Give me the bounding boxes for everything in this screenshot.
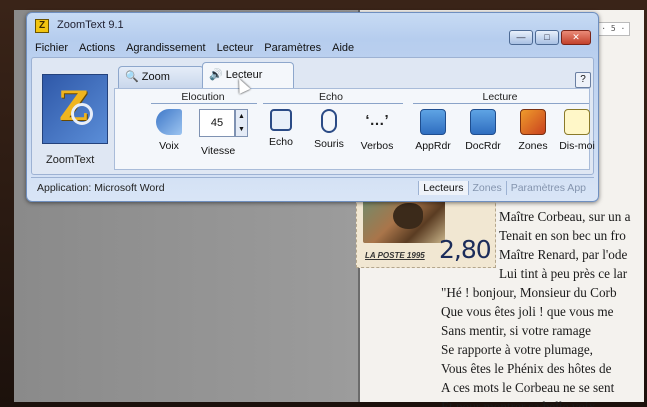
group-echo-label: Echo [319,91,343,103]
menu-actions[interactable]: Actions [79,40,115,56]
echo-label: Echo [269,136,293,148]
menu-parametres[interactable]: Paramètres [264,40,321,56]
tab-zoom[interactable]: 🔍 Zoom [118,66,204,88]
zoomtext-window[interactable]: Z ZoomText 9.1 — □ ✕ Fichier Actions Agr… [26,12,599,202]
doc-reader-icon [470,109,496,135]
menu-lecteur[interactable]: Lecteur [217,40,254,56]
zones-button[interactable]: Zones [511,109,555,152]
menubar: Fichier Actions Agrandissement Lecteur P… [35,40,354,56]
poem-line: Maître Corbeau, sur un a [499,209,631,224]
group-lecture-label: Lecture [482,91,518,103]
toolbar-panel: Z ZoomText 🔍 Zoom 🔊 Lecteur ? Elocution … [31,57,595,175]
dismoi-label: Dis-moi [559,140,595,152]
status-tab-lecteurs[interactable]: Lecteurs [418,181,468,195]
status-tab-parametres-app[interactable]: Paramètres App [505,181,590,195]
minimize-button[interactable]: — [509,30,533,45]
magnifier-icon [71,103,93,125]
poem-line: Tenait en son bec un fro [499,228,626,243]
maximize-button[interactable]: □ [535,30,559,45]
zones-icon [520,109,546,135]
verbos-button[interactable]: ‘…’ Verbos [355,109,399,152]
status-bar: Application: Microsoft Word Lecteurs Zon… [31,177,594,197]
status-tabs: Lecteurs Zones Paramètres App [418,181,590,195]
zoomtext-logo: Z [42,74,108,144]
poem-text[interactable]: Maître Corbeau, sur un a Tenait en son b… [441,207,630,407]
echo-button[interactable]: Echo [259,109,303,148]
stamp-label: LA POSTE 1995 [365,251,425,260]
spin-down-icon[interactable]: ▼ [236,123,247,136]
zones-label: Zones [518,140,548,152]
group-divider [151,103,257,104]
apprdr-button[interactable]: AppRdr [411,109,455,152]
poem-line: Et pour montrer sa belle voix, [441,399,599,407]
status-tab-zones[interactable]: Zones [467,181,506,195]
close-button[interactable]: ✕ [561,30,591,45]
stamp-bird [393,203,423,229]
souris-button[interactable]: Souris [307,109,351,150]
souris-label: Souris [314,138,344,150]
keyboard-t-icon [270,109,292,131]
apprdr-label: AppRdr [415,140,451,152]
menu-agrandissement[interactable]: Agrandissement [126,40,206,56]
group-elocution-label: Elocution [181,91,225,103]
poem-line: Que vous êtes joli ! que vous me [441,304,614,319]
logo-label: ZoomText [46,154,95,166]
voice-icon [156,109,182,135]
vitesse-spinner[interactable]: 45 [199,109,235,137]
docrdr-label: DocRdr [465,140,501,152]
group-divider [413,103,589,104]
application-label: Application: Microsoft Word [37,182,165,194]
poem-line: "Hé ! bonjour, Monsieur du Corb [441,285,617,300]
poem-line: Maître Renard, par l'ode [499,247,628,262]
poem-line: Sans mentir, si votre ramage [441,323,591,338]
poem-line: Se rapporte à votre plumage, [441,342,593,357]
voix-button[interactable]: Voix [147,109,191,152]
lecteur-ribbon: Elocution Echo Lecture Voix 45 ▲ ▼ Vites… [114,88,595,170]
zoomtext-app-icon[interactable]: Z [35,19,49,33]
spin-up-icon[interactable]: ▲ [236,110,247,123]
docrdr-button[interactable]: DocRdr [461,109,505,152]
app-reader-icon [420,109,446,135]
menu-fichier[interactable]: Fichier [35,40,68,56]
menu-aide[interactable]: Aide [332,40,354,56]
dismoi-button[interactable]: Dis-moi [555,109,599,152]
tab-zoom-label: Zoom [141,71,170,83]
help-button[interactable]: ? [575,72,591,88]
speech-bubble-icon [564,109,590,135]
quotes-icon: ‘…’ [365,112,389,129]
vitesse-spin-arrows[interactable]: ▲ ▼ [235,109,248,137]
window-title: ZoomText 9.1 [57,19,124,31]
speaker-icon: 🔊 [209,69,226,81]
poem-line: Lui tint à peu près ce lar [499,266,628,281]
magnifier-icon: 🔍 [125,71,142,83]
mouse-icon [321,109,337,133]
verbos-label: Verbos [360,140,394,152]
group-divider [263,103,403,104]
poem-line: A ces mots le Corbeau ne se sent [441,380,615,395]
poem-line: Vous êtes le Phénix des hôtes de [441,361,612,376]
vitesse-label: Vitesse [201,145,236,157]
voix-label: Voix [159,140,179,152]
